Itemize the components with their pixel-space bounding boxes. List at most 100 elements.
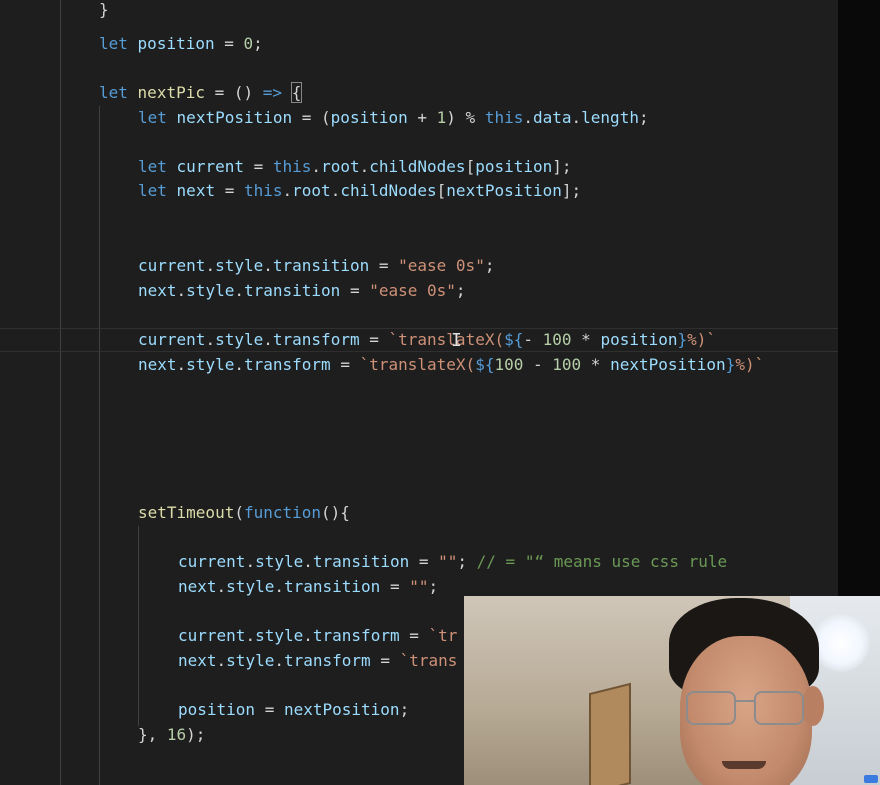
code-token: ${ [475,355,495,374]
code-token: . [245,626,256,645]
code-token: // = "“ means use css rule [476,552,728,571]
code-token: style [186,281,235,300]
code-token: 0 [243,34,254,53]
code-token: = () [204,83,263,102]
code-token: "ease 0s" [369,281,456,300]
code-line[interactable]: setTimeout(function(){ [138,501,350,525]
code-token: style [186,355,235,374]
code-token: . [216,577,227,596]
code-token: = [215,181,244,200]
webcam-overlay [464,596,880,785]
code-token: }, [138,725,167,744]
code-token: style [255,626,304,645]
code-token: = [359,330,389,349]
code-token: setTimeout [138,503,235,522]
code-token: position [178,700,256,719]
code-line[interactable]: let nextPosition = (position + 1) % this… [138,106,649,130]
code-token: 100 [542,330,572,349]
code-token: . [303,626,313,645]
indent-guide [99,106,100,785]
code-token: style [215,330,264,349]
indent-guide [60,0,61,785]
code-token: this [243,181,283,200]
code-line[interactable]: } [99,0,109,22]
code-token: ; [455,281,466,300]
code-token: . [282,181,293,200]
code-token: style [255,552,304,571]
code-line[interactable]: current.style.transition = "ease 0s"; [138,254,494,278]
code-token: = [380,577,410,596]
code-token: 16 [166,725,187,744]
code-token: + [407,108,437,127]
code-token: . [571,108,582,127]
code-token: { [290,82,303,103]
code-token: . [330,181,341,200]
code-token: [ [436,181,447,200]
code-token: %)` [735,355,765,374]
code-token: root [321,157,360,176]
code-line[interactable]: current.style.transform = `tr [178,624,457,648]
code-token: position [600,330,678,349]
code-line[interactable]: let position = 0; [99,32,263,56]
code-token: . [311,157,322,176]
code-line[interactable]: current.style.transform = `translateX(${… [138,328,716,352]
code-token: = [369,256,399,275]
code-token: 1 [436,108,447,127]
code-token: nextPosition [446,181,562,200]
code-token: ]; [552,157,572,176]
code-token: [ [465,157,476,176]
code-token: current [178,626,246,645]
code-token: = [255,700,284,719]
code-line[interactable]: let current = this.root.childNodes[posit… [138,155,572,179]
code-token: data [532,108,572,127]
code-token: ; [484,256,495,275]
code-line[interactable]: }, 16); [138,723,205,747]
code-token: let [138,108,167,127]
code-token: . [245,552,256,571]
code-token: position [475,157,553,176]
code-token: `trans [399,651,458,670]
code-line[interactable]: next.style.transition = ""; [178,575,438,599]
code-token: . [176,355,187,374]
code-token: `tr [428,626,458,645]
code-line[interactable]: next.style.transform = `trans [178,649,457,673]
code-token: ) % [446,108,485,127]
code-token: let [138,157,167,176]
code-line[interactable]: let next = this.root.childNodes[nextPosi… [138,179,581,203]
code-line[interactable]: current.style.transition = ""; // = "“ m… [178,550,727,574]
code-token: => [262,83,283,102]
code-token: childNodes [340,181,437,200]
code-token: . [274,651,284,670]
code-token: * [571,330,601,349]
code-line[interactable]: next.style.transition = "ease 0s"; [138,279,466,303]
code-token: length [581,108,639,127]
code-token: childNodes [369,157,466,176]
code-token: } [725,355,736,374]
code-line[interactable]: let nextPic = () => { [99,81,303,105]
presenter-mouth [722,761,766,769]
code-token: current [176,157,244,176]
code-token: ${ [504,330,524,349]
code-token: next [176,181,216,200]
code-token: - [523,330,543,349]
code-token: } [99,0,109,19]
code-line[interactable]: next.style.transform = `translateX(${100… [138,353,764,377]
camera-badge-icon [864,775,878,783]
code-token: let [138,181,167,200]
code-line[interactable]: position = nextPosition; [178,698,409,722]
code-token: . [205,256,216,275]
code-token: transition [243,281,341,300]
code-token: . [523,108,533,127]
code-token: = [409,552,439,571]
picture-frame [589,682,631,785]
code-token: next [138,355,177,374]
ceiling-light [812,614,870,672]
code-token: %)` [687,330,717,349]
code-token: . [263,330,273,349]
